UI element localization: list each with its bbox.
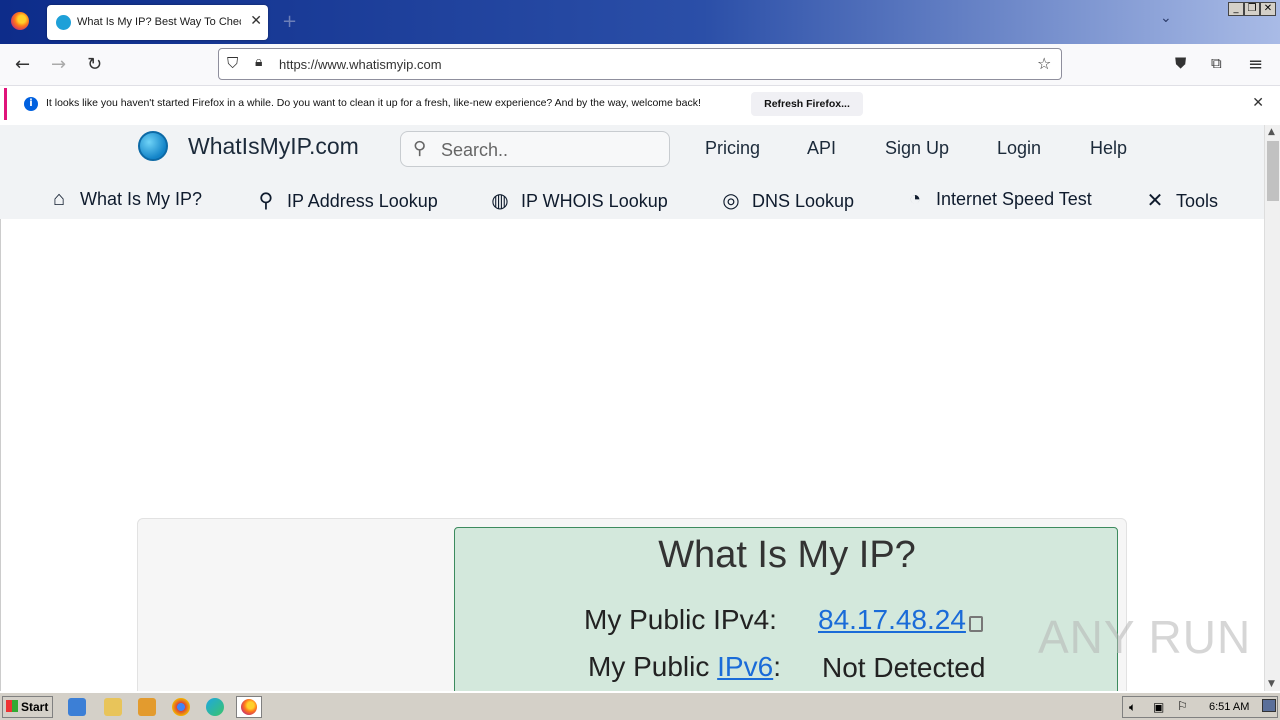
restore-window-icon[interactable]: ❐ [1244,2,1260,16]
main-nav-internet-speed-test[interactable]: ◔ Internet Speed Test [902,188,1092,211]
notification-text: It looks like you haven't started Firefo… [46,97,701,109]
main-nav-ip-address-lookup[interactable]: ⚲ IP Address Lookup [253,188,438,213]
nav-help[interactable]: Help [1090,138,1127,159]
browser-tab-active[interactable]: What Is My IP? Best Way To Check Your Pu… [47,5,268,40]
close-tab-icon[interactable]: ✕ [250,13,262,29]
speedometer-icon: ◔ [908,188,922,210]
folder-icon[interactable] [104,698,122,716]
nav-api[interactable]: API [807,138,836,159]
search-input[interactable]: ⚲ Search.. [400,131,670,167]
main-nav-what-is-my-ip[interactable]: ⌂ What Is My IP? [46,188,202,211]
media-player-icon[interactable] [138,698,156,716]
bookmark-star-icon[interactable]: ☆ [1037,54,1051,73]
close-notification-icon[interactable]: ✕ [1252,95,1264,111]
anyrun-watermark: ANY RUN [1038,611,1252,663]
scrollbar-thumb[interactable] [1267,141,1279,201]
edge-icon[interactable] [206,698,224,716]
tab-list-chevron-icon[interactable]: ⌄ [1160,10,1172,26]
site-logo-globe-icon[interactable] [138,131,168,161]
show-desktop-icon[interactable] [1262,699,1276,712]
globe-icon: ◍ [491,190,509,212]
forward-arrow-icon[interactable]: → [51,54,66,75]
refresh-firefox-button[interactable]: Refresh Firefox... [751,92,863,116]
hamburger-menu-icon[interactable]: ≡ [1248,54,1263,75]
chrome-icon[interactable] [172,698,190,716]
ie-icon[interactable] [68,698,86,716]
close-window-icon[interactable]: ✕ [1260,2,1276,16]
lock-icon[interactable]: 🔒︎ [255,54,262,70]
site-logo-text[interactable]: WhatIsMyIP.com [188,133,359,160]
start-button[interactable]: Start [2,696,53,718]
ipv4-value-link[interactable]: 84.17.48.24 [818,604,966,636]
ip-box-title: What Is My IP? [658,534,916,576]
new-tab-icon[interactable]: + [282,11,297,32]
vertical-scrollbar[interactable]: ▲ ▼ [1264,125,1280,691]
site-favicon-icon [56,15,71,30]
windows-taskbar: Start 🔈︎ ▣ ⚐ 6:51 AM [0,692,1280,720]
search-placeholder: Search.. [441,140,509,160]
pocket-icon[interactable]: ⛊ [1175,54,1186,72]
main-nav-ip-whois-lookup[interactable]: ◍ IP WHOIS Lookup [487,188,667,213]
nav-sign-up[interactable]: Sign Up [885,138,949,159]
action-center-flag-icon[interactable]: ⚐ [1177,699,1188,713]
notification-bar: i It looks like you haven't started Fire… [4,88,1276,120]
main-nav-tools[interactable]: ✕ Tools [1142,188,1218,213]
extensions-icon[interactable]: ⧉ [1211,54,1222,72]
tools-icon: ✕ [1146,190,1164,212]
windows-flag-icon [6,700,18,712]
site-header: WhatIsMyIP.com ⚲ Search.. Pricing API Si… [0,125,1264,219]
copy-icon[interactable] [969,616,983,632]
firefox-menu-icon[interactable] [11,12,29,30]
taskbar-clock: 6:51 AM [1209,701,1250,713]
nav-pricing[interactable]: Pricing [705,138,760,159]
ipv6-value: Not Detected [822,652,986,683]
tab-title: What Is My IP? Best Way To Check Your Pu… [77,16,241,28]
map-pin-icon: ⚲ [258,190,274,212]
ipv4-label: My Public IPv4: [584,604,777,635]
browser-toolbar: ← → ↻ ⛉ 🔒︎ https://www.whatismyip.com ☆ … [0,44,1280,86]
home-icon: ⌂ [52,188,66,210]
search-icon: ⚲ [413,138,427,159]
scroll-up-icon[interactable]: ▲ [1268,127,1275,137]
network-icon[interactable]: ▣ [1153,700,1164,714]
shield-icon[interactable]: ⛉ [227,54,238,72]
info-icon: i [24,97,38,111]
firefox-icon [241,699,257,715]
system-tray: 🔈︎ ▣ ⚐ [1122,696,1278,718]
taskbar-firefox-active[interactable] [236,696,262,718]
nav-login[interactable]: Login [997,138,1041,159]
volume-icon[interactable]: 🔈︎ [1129,700,1136,715]
address-bar[interactable]: ⛉ 🔒︎ https://www.whatismyip.com ☆ [218,48,1062,80]
scroll-down-icon[interactable]: ▼ [1268,679,1275,689]
dns-icon: ◎ [722,190,740,212]
web-page: WhatIsMyIP.com ⚲ Search.. Pricing API Si… [0,125,1264,691]
back-arrow-icon[interactable]: ← [15,54,30,75]
ipv6-label: My Public IPv6: [588,651,781,682]
browser-tab-strip: What Is My IP? Best Way To Check Your Pu… [0,0,1280,44]
ipv6-link[interactable]: IPv6 [717,651,773,682]
url-text[interactable]: https://www.whatismyip.com [279,57,442,72]
minimize-window-icon[interactable]: _ [1228,2,1244,16]
main-nav-dns-lookup[interactable]: ◎ DNS Lookup [718,188,854,213]
reload-icon[interactable]: ↻ [87,54,102,75]
ip-info-box: What Is My IP? My Public IPv4: 84.17.48.… [454,527,1118,691]
